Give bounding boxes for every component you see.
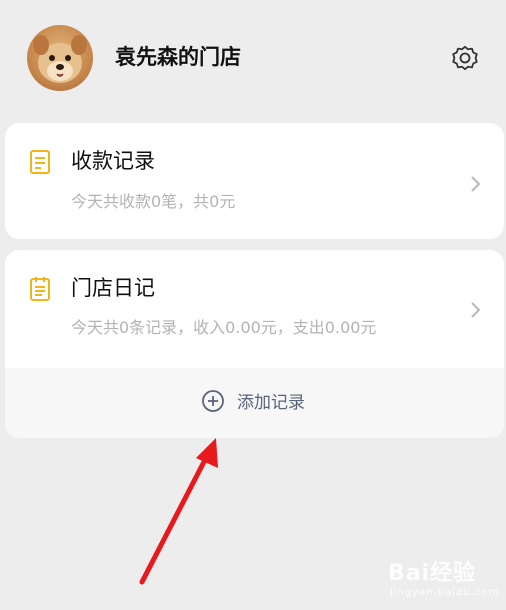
diary-card: 门店日记 今天共0条记录，收入0.00元，支出0.00元 添加记录 xyxy=(5,250,504,438)
diary-title[interactable]: 门店日记 xyxy=(71,274,155,302)
diary-subtitle: 今天共0条记录，收入0.00元，支出0.00元 xyxy=(71,318,377,337)
add-record-label: 添加记录 xyxy=(237,393,305,413)
receipts-subtitle: 今天共收款0笔，共0元 xyxy=(71,192,236,211)
document-icon xyxy=(29,149,51,175)
watermark: Bai经验 jingyan.baidu.com xyxy=(388,555,499,598)
watermark-text: Bai经验 xyxy=(388,561,477,586)
plus-circle-icon xyxy=(201,389,225,417)
receipts-title: 收款记录 xyxy=(71,149,155,173)
receipts-card[interactable]: 收款记录 今天共收款0笔，共0元 xyxy=(5,123,504,239)
gear-icon[interactable] xyxy=(450,43,480,73)
add-record-button[interactable]: 添加记录 xyxy=(5,368,504,438)
watermark-sub: jingyan.baidu.com xyxy=(390,587,500,598)
shop-name: 袁先森的门店 xyxy=(115,45,241,69)
shop-header: 袁先森的门店 xyxy=(0,0,506,115)
dog-avatar-image xyxy=(33,35,87,83)
chevron-right-icon[interactable] xyxy=(470,300,482,320)
avatar[interactable] xyxy=(27,25,93,91)
annotation-arrow-icon xyxy=(130,432,230,592)
chevron-right-icon xyxy=(470,174,482,194)
notepad-icon xyxy=(29,276,51,302)
